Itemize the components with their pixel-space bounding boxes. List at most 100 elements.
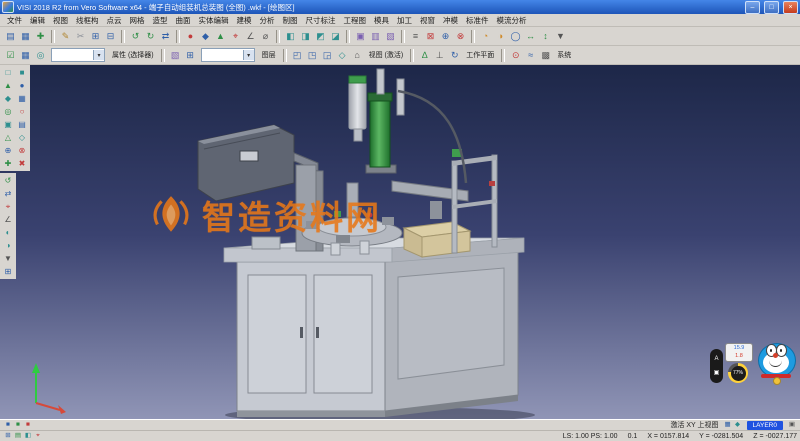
- toolbar-icon[interactable]: ⌀: [258, 29, 273, 44]
- menu-item[interactable]: 点云: [103, 15, 126, 26]
- menu-item[interactable]: 标准件: [462, 15, 493, 26]
- toolbar-icon[interactable]: ◲: [320, 48, 335, 63]
- toolbar-icon[interactable]: ✎: [58, 29, 73, 44]
- toolbar-icon[interactable]: ●: [183, 29, 198, 44]
- green-cylinder[interactable]: [349, 69, 404, 173]
- attribute-filter-combo[interactable]: ▾: [51, 48, 105, 62]
- menu-item[interactable]: 工程图: [340, 15, 371, 26]
- toolbar-icon[interactable]: ◰: [290, 48, 305, 63]
- widget-pill[interactable]: A ▣: [710, 349, 723, 383]
- toolbar-icon[interactable]: ◐: [1, 226, 15, 239]
- toolbar-icon[interactable]: ◔: [478, 29, 493, 44]
- toolbar-icon[interactable]: ◩: [313, 29, 328, 44]
- toolbar-icon[interactable]: ◑: [1, 239, 15, 252]
- toolbar-icon[interactable]: ▩: [538, 48, 553, 63]
- toolbar-icon[interactable]: ◯: [508, 29, 523, 44]
- menu-item[interactable]: 视窗: [416, 15, 439, 26]
- toolbar-icon[interactable]: ✚: [1, 157, 15, 170]
- toolbar-icon[interactable]: ↻: [143, 29, 158, 44]
- toolbar-icon[interactable]: ▣: [1, 118, 15, 131]
- menu-item[interactable]: 尺寸标注: [302, 15, 340, 26]
- toolbar-icon[interactable]: ◧: [283, 29, 298, 44]
- doraemon-mascot[interactable]: [756, 343, 796, 391]
- toolbar-icon[interactable]: ⊕: [1, 144, 15, 157]
- toolbar-icon[interactable]: ↺: [128, 29, 143, 44]
- toolbar-icon[interactable]: ▲: [1, 79, 15, 92]
- active-view-label[interactable]: 激活 XY 上视图: [670, 420, 718, 430]
- toolbar-icon[interactable]: ✚: [33, 29, 48, 44]
- toolbar-icon[interactable]: ▣: [787, 421, 797, 430]
- toolbar-icon[interactable]: ≈: [523, 48, 538, 63]
- maximize-button[interactable]: □: [764, 1, 779, 14]
- menu-item[interactable]: 视图: [49, 15, 72, 26]
- toolbar-icon[interactable]: ↕: [538, 29, 553, 44]
- toolbar-icon[interactable]: ▤: [15, 118, 29, 131]
- toolbar-icon[interactable]: ■: [15, 66, 29, 79]
- toolbar-icon[interactable]: □: [1, 66, 15, 79]
- toolbar-icon[interactable]: ⊥: [432, 48, 447, 63]
- machine-cabinet[interactable]: [237, 252, 518, 417]
- toolbar-icon[interactable]: ⊗: [453, 29, 468, 44]
- toolbar-icon[interactable]: ⊞: [88, 29, 103, 44]
- toolbar-icon[interactable]: ●: [15, 79, 29, 92]
- menu-item[interactable]: 编辑: [26, 15, 49, 26]
- toolbar-icon[interactable]: ▥: [368, 29, 383, 44]
- menu-item[interactable]: 建模: [233, 15, 256, 26]
- menu-item[interactable]: 模具: [370, 15, 393, 26]
- menu-item[interactable]: 加工: [393, 15, 416, 26]
- toolbar-icon[interactable]: ▦: [18, 48, 33, 63]
- toolbar-icon[interactable]: ▧: [383, 29, 398, 44]
- menu-item[interactable]: 制图: [279, 15, 302, 26]
- toolbar-icon[interactable]: ⊗: [15, 144, 29, 157]
- menu-item[interactable]: 网格: [126, 15, 149, 26]
- toolbar-icon[interactable]: ↔: [523, 29, 538, 44]
- menu-item[interactable]: 冲模: [439, 15, 462, 26]
- overlay-widget[interactable]: A ▣ 15.9 1.8 77%: [710, 343, 796, 391]
- assistant-icon[interactable]: A: [714, 356, 718, 362]
- close-button[interactable]: ×: [783, 1, 798, 14]
- toolbar-icon[interactable]: ↻: [447, 48, 462, 63]
- toolbar-icon[interactable]: ▤: [13, 432, 23, 441]
- minimize-button[interactable]: –: [745, 1, 760, 14]
- toolbar-icon[interactable]: ◆: [733, 421, 743, 430]
- toolbar-icon[interactable]: ◇: [335, 48, 350, 63]
- toolbar-icon[interactable]: ∠: [243, 29, 258, 44]
- toolbar-icon[interactable]: ◳: [305, 48, 320, 63]
- toolbar-icon[interactable]: ▦: [723, 421, 733, 430]
- menu-item[interactable]: 模流分析: [493, 15, 531, 26]
- toolbar-icon[interactable]: ∠: [1, 213, 15, 226]
- toolbar-icon[interactable]: ⌂: [350, 48, 365, 63]
- chevron-down-icon[interactable]: ▾: [93, 50, 104, 60]
- toolbar-icon[interactable]: ⇄: [1, 187, 15, 200]
- toolbar-icon[interactable]: ↺: [1, 174, 15, 187]
- toolbar-icon[interactable]: ≡: [408, 29, 423, 44]
- toolbar-icon[interactable]: ◧: [23, 432, 33, 441]
- toolbar-icon[interactable]: ◆: [1, 92, 15, 105]
- menu-item[interactable]: 线框构: [72, 15, 103, 26]
- layer-combo[interactable]: ▾: [201, 48, 255, 62]
- toolbar-icon[interactable]: ◇: [15, 131, 29, 144]
- toolbar-icon[interactable]: ◪: [328, 29, 343, 44]
- toolbar-icon[interactable]: ■: [23, 421, 33, 430]
- toolbar-icon[interactable]: ▦: [18, 29, 33, 44]
- camera-icon[interactable]: ▣: [714, 369, 720, 376]
- toolbar-icon[interactable]: ◎: [1, 105, 15, 118]
- toolbar-icon[interactable]: ⌖: [1, 200, 15, 213]
- toolbar-icon[interactable]: ■: [3, 421, 13, 430]
- toolbar-icon[interactable]: ▦: [15, 92, 29, 105]
- toolbar-icon[interactable]: ○: [15, 105, 29, 118]
- toolbar-icon[interactable]: △: [1, 131, 15, 144]
- toolbar-icon[interactable]: ⊟: [103, 29, 118, 44]
- toolbar-icon[interactable]: ⇄: [158, 29, 173, 44]
- toolbar-icon[interactable]: ✂: [73, 29, 88, 44]
- toolbar-icon[interactable]: ◨: [298, 29, 313, 44]
- toolbar-icon[interactable]: ▼: [553, 29, 568, 44]
- toolbar-icon[interactable]: ⊞: [3, 432, 13, 441]
- toolbar-icon[interactable]: ▤: [3, 29, 18, 44]
- toolbar-icon[interactable]: ◆: [198, 29, 213, 44]
- toolbar-icon[interactable]: ☑: [3, 48, 18, 63]
- toolbar-icon[interactable]: ⊞: [1, 265, 15, 278]
- toolbar-icon[interactable]: ▼: [1, 252, 15, 265]
- feeder-block[interactable]: [392, 181, 470, 257]
- toolbar-icon[interactable]: ▣: [353, 29, 368, 44]
